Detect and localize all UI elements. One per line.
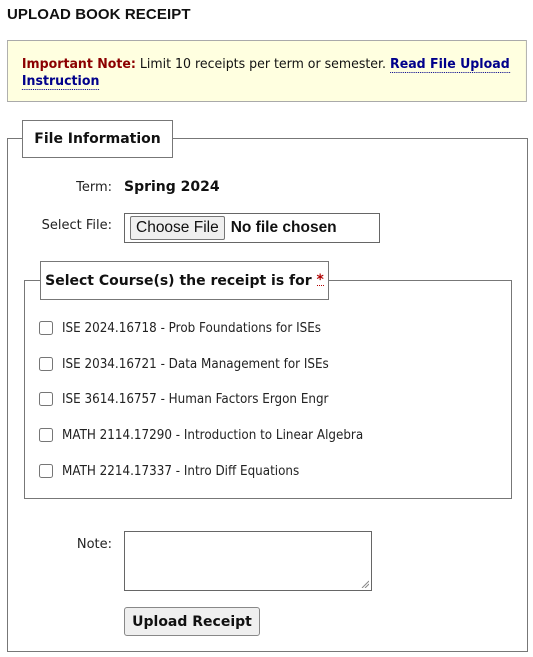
course-label: MATH 2214.17337 - Intro Diff Equations xyxy=(62,463,300,479)
file-information-legend: File Information xyxy=(22,120,173,158)
course-checkbox[interactable] xyxy=(39,357,53,371)
course-checkbox[interactable] xyxy=(39,428,53,442)
term-label: Term: xyxy=(76,180,112,195)
course-option[interactable]: ISE 2034.16721 - Data Management for ISE… xyxy=(39,355,352,373)
course-option[interactable]: ISE 2024.16718 - Prob Foundations for IS… xyxy=(39,319,344,337)
course-checkbox[interactable] xyxy=(39,464,53,478)
important-note-text: Limit 10 receipts per term or semester. xyxy=(135,56,391,72)
course-label: ISE 3614.16757 - Human Factors Ergon Eng… xyxy=(62,391,329,407)
important-note-box: Important Note: Limit 10 receipts per te… xyxy=(7,40,527,102)
course-label: MATH 2114.17290 - Introduction to Linear… xyxy=(62,427,364,443)
choose-file-button[interactable]: Choose File xyxy=(130,216,225,240)
required-marker: * xyxy=(316,272,324,288)
course-option[interactable]: MATH 2214.17337 - Intro Diff Equations xyxy=(39,462,320,480)
note-textarea[interactable] xyxy=(124,531,372,591)
course-label: ISE 2024.16718 - Prob Foundations for IS… xyxy=(62,320,322,336)
page-title: UPLOAD BOOK RECEIPT xyxy=(7,6,191,23)
courses-legend-text: Select Course(s) the receipt is for xyxy=(45,272,317,289)
course-option[interactable]: MATH 2114.17290 - Introduction to Linear… xyxy=(39,426,389,444)
term-value: Spring 2024 xyxy=(124,179,220,195)
upload-receipt-button[interactable]: Upload Receipt xyxy=(124,607,260,636)
course-checkbox[interactable] xyxy=(39,321,53,335)
course-option[interactable]: ISE 3614.16757 - Human Factors Ergon Eng… xyxy=(39,390,352,408)
courses-legend: Select Course(s) the receipt is for * xyxy=(40,261,329,300)
select-file-label: Select File: xyxy=(41,218,112,233)
course-label: ISE 2034.16721 - Data Management for ISE… xyxy=(62,356,329,372)
course-checkbox[interactable] xyxy=(39,392,53,406)
file-input[interactable]: Choose File No file chosen xyxy=(124,213,380,243)
resize-grip-icon[interactable] xyxy=(361,580,369,588)
note-label: Note: xyxy=(76,537,112,552)
important-note-label: Important Note: xyxy=(21,56,136,72)
file-status: No file chosen xyxy=(230,219,337,236)
